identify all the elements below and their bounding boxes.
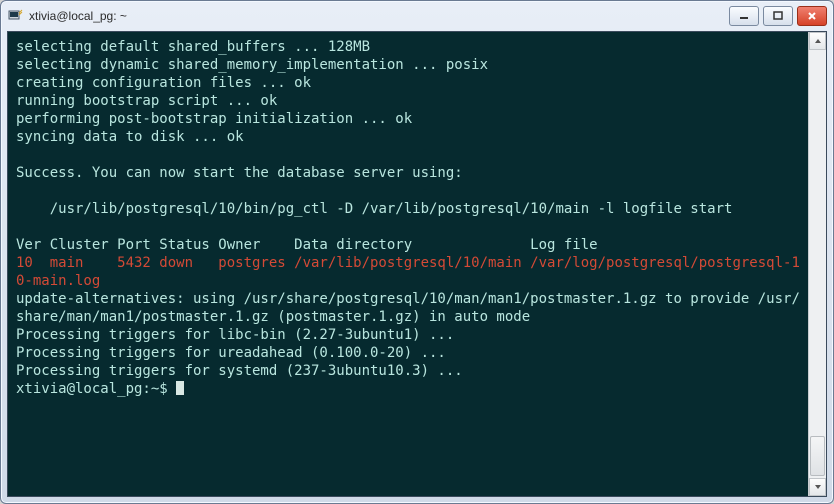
putty-icon xyxy=(7,8,23,24)
terminal-window: xtivia@local_pg: ~ selecting default sha… xyxy=(0,0,834,504)
scroll-down-button[interactable] xyxy=(809,478,826,496)
maximize-button[interactable] xyxy=(763,6,793,26)
minimize-button[interactable] xyxy=(729,6,759,26)
terminal-line: performing post-bootstrap initialization… xyxy=(16,110,800,128)
scroll-up-button[interactable] xyxy=(809,32,826,50)
scroll-track[interactable] xyxy=(809,50,826,478)
scroll-thumb[interactable] xyxy=(810,436,825,476)
terminal-line xyxy=(16,182,800,200)
vertical-scrollbar[interactable] xyxy=(808,32,826,496)
terminal-line: /usr/lib/postgresql/10/bin/pg_ctl -D /va… xyxy=(16,200,800,218)
terminal-line: Processing triggers for libc-bin (2.27-3… xyxy=(16,326,800,344)
terminal-output[interactable]: selecting default shared_buffers ... 128… xyxy=(8,32,808,496)
terminal-line: selecting default shared_buffers ... 128… xyxy=(16,38,800,56)
terminal-line: syncing data to disk ... ok xyxy=(16,128,800,146)
terminal-line: creating configuration files ... ok xyxy=(16,74,800,92)
terminal-line: selecting dynamic shared_memory_implemen… xyxy=(16,56,800,74)
window-title: xtivia@local_pg: ~ xyxy=(29,9,723,23)
terminal-line: running bootstrap script ... ok xyxy=(16,92,800,110)
client-area: selecting default shared_buffers ... 128… xyxy=(7,31,827,497)
terminal-line: Ver Cluster Port Status Owner Data direc… xyxy=(16,236,800,254)
prompt-text: xtivia@local_pg:~$ xyxy=(16,381,176,397)
terminal-line: 10 main 5432 down postgres /var/lib/post… xyxy=(16,254,800,290)
terminal-line: update-alternatives: using /usr/share/po… xyxy=(16,290,800,326)
terminal-line: Success. You can now start the database … xyxy=(16,164,800,182)
terminal-line: Processing triggers for ureadahead (0.10… xyxy=(16,344,800,362)
terminal-line: Processing triggers for systemd (237-3ub… xyxy=(16,362,800,380)
window-buttons xyxy=(729,6,827,26)
terminal-prompt[interactable]: xtivia@local_pg:~$ xyxy=(16,380,800,398)
terminal-line xyxy=(16,146,800,164)
cursor xyxy=(176,381,184,395)
terminal-line xyxy=(16,218,800,236)
titlebar[interactable]: xtivia@local_pg: ~ xyxy=(1,1,833,31)
close-button[interactable] xyxy=(797,6,827,26)
